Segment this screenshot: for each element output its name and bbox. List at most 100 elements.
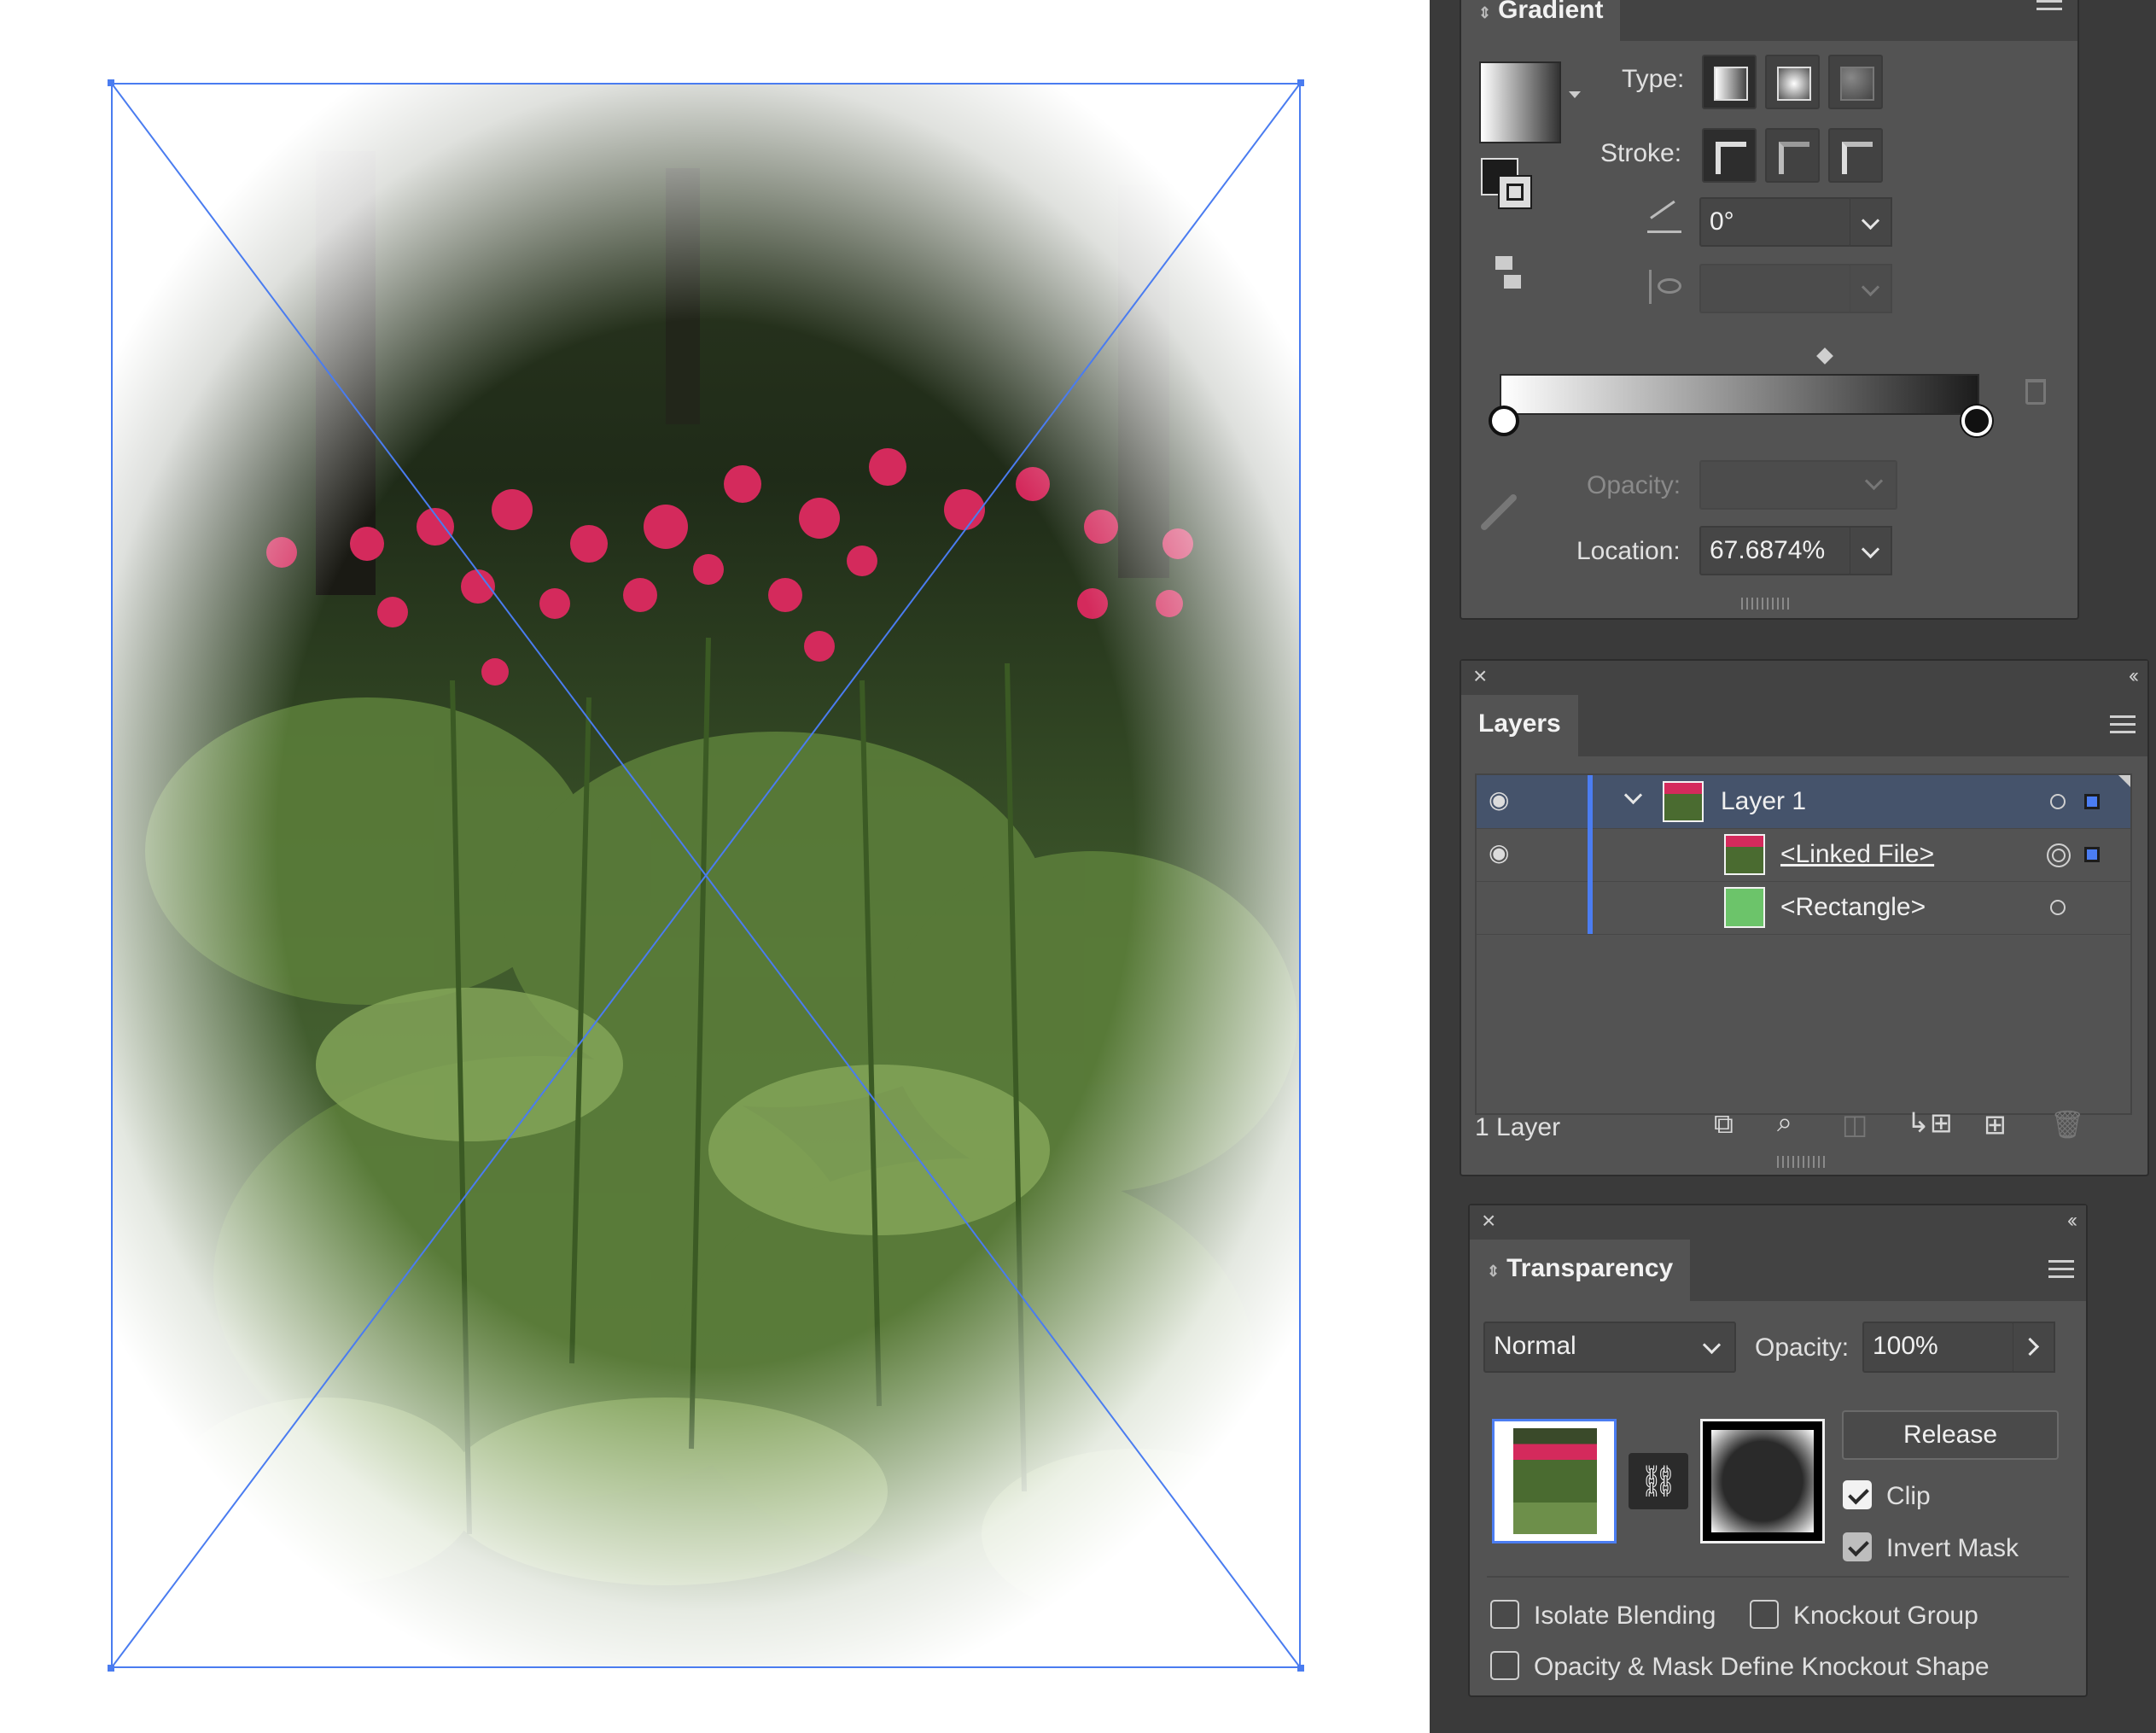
- locate-object-icon[interactable]: ⌕: [1777, 1106, 1792, 1139]
- blend-mode-select[interactable]: Normal: [1483, 1322, 1736, 1373]
- angle-input[interactable]: 0°: [1699, 197, 1851, 247]
- gradient-tab-bar: ⇕ Gradient: [1461, 0, 2077, 41]
- knockout-group-label: Knockout Group: [1793, 1602, 1978, 1630]
- angle-dropdown-button[interactable]: [1850, 197, 1892, 247]
- selection-indicator[interactable]: [2084, 794, 2100, 809]
- knockout-group-checkbox[interactable]: [1750, 1600, 1779, 1629]
- chevron-right-icon: [2020, 1337, 2040, 1357]
- visibility-eye-icon[interactable]: ◉: [1489, 785, 1509, 814]
- freeform-type-icon[interactable]: [1828, 55, 1883, 109]
- make-clipping-mask-icon: ◫: [1842, 1109, 1868, 1140]
- rectangle-thumbnail: [1724, 887, 1765, 928]
- panel-resize-grip[interactable]: [1741, 598, 1789, 610]
- layer-thumbnail: [1663, 781, 1704, 822]
- target-circle-icon[interactable]: [2047, 843, 2071, 867]
- selection-handle[interactable]: [1297, 1665, 1304, 1672]
- collapse-icon[interactable]: ‹‹: [2129, 664, 2139, 688]
- panel-menu-icon[interactable]: [2048, 1255, 2074, 1283]
- release-button[interactable]: Release: [1842, 1410, 2059, 1460]
- clip-checkbox[interactable]: [1843, 1480, 1872, 1509]
- opacity-mask-knockout-checkbox[interactable]: [1490, 1651, 1519, 1680]
- aspect-ratio-input: [1699, 264, 1851, 313]
- layers-header: × ‹‹ Layers: [1461, 661, 2147, 756]
- location-dropdown-button[interactable]: [1850, 526, 1892, 575]
- radial-type-icon[interactable]: [1765, 55, 1820, 109]
- selection-handle[interactable]: [108, 79, 114, 86]
- close-icon[interactable]: ×: [1482, 1207, 1495, 1234]
- reverse-gradient-icon[interactable]: [1492, 256, 1528, 292]
- aspect-ratio-dropdown-button: [1850, 264, 1892, 313]
- new-layer-icon[interactable]: ⊞: [1984, 1108, 2007, 1141]
- location-input[interactable]: 67.6874%: [1699, 526, 1851, 575]
- release-button-label: Release: [1903, 1421, 1998, 1449]
- opacity-input[interactable]: 100%: [1862, 1322, 2014, 1373]
- layer-color-bar: [1588, 828, 1593, 881]
- stroke-label: Stroke:: [1600, 139, 1682, 167]
- gradient-tab-label: Gradient: [1498, 0, 1604, 24]
- selection-handle[interactable]: [1297, 79, 1304, 86]
- blend-mode-value: Normal: [1494, 1332, 1576, 1360]
- layer-row-rectangle[interactable]: <Rectangle>: [1477, 881, 2130, 935]
- collapse-icon[interactable]: ‹‹: [2067, 1209, 2077, 1233]
- layers-tab[interactable]: Layers: [1461, 695, 1578, 756]
- invert-mask-label: Invert Mask: [1886, 1534, 2019, 1562]
- gradient-swatch-icon[interactable]: [1479, 61, 1561, 143]
- chevron-down-icon[interactable]: [1569, 91, 1581, 98]
- selection-indicator[interactable]: [2084, 847, 2100, 862]
- fill-stroke-icon[interactable]: [1481, 158, 1532, 226]
- linked-file-thumbnail: [1724, 834, 1765, 875]
- layer-name[interactable]: <Linked File>: [1780, 840, 1934, 869]
- target-circle-icon[interactable]: [2050, 900, 2066, 915]
- opacity-mask-thumbnail[interactable]: [1700, 1419, 1825, 1543]
- export-icon[interactable]: ⧉: [1714, 1108, 1734, 1141]
- transparency-tab-label: Transparency: [1506, 1254, 1674, 1282]
- masked-photo-artwork[interactable]: [111, 83, 1301, 1668]
- isolate-blending-checkbox[interactable]: [1490, 1600, 1519, 1629]
- create-sublayer-icon[interactable]: ↳⊞: [1907, 1106, 1953, 1139]
- midpoint-diamond[interactable]: [1816, 347, 1833, 365]
- eyedropper-icon[interactable]: [1479, 493, 1518, 532]
- document-canvas[interactable]: [0, 0, 1430, 1733]
- transparency-header: × ‹‹ ⇕ Transparency: [1470, 1205, 2086, 1301]
- layer-row-layer-1[interactable]: ◉ Layer 1: [1477, 775, 2130, 829]
- opacity-label: Opacity:: [1755, 1333, 1850, 1362]
- layer-row-linked-file[interactable]: ◉ <Linked File>: [1477, 828, 2130, 882]
- opacity-mask-knockout-label: Opacity & Mask Define Knockout Shape: [1534, 1653, 1990, 1681]
- gradient-tab[interactable]: ⇕ Gradient: [1461, 0, 1621, 41]
- transparency-panel: × ‹‹ ⇕ Transparency Normal Opacity: 100% …: [1468, 1204, 2088, 1697]
- delete-layer-icon: 🗑: [2050, 1109, 2085, 1140]
- expand-chevron-icon[interactable]: [1623, 785, 1643, 805]
- stroke-across-icon[interactable]: [1828, 128, 1883, 183]
- gradient-stop-white[interactable]: [1489, 406, 1519, 436]
- transparency-tab[interactable]: ⇕ Transparency: [1470, 1240, 1691, 1301]
- stroke-along-icon[interactable]: [1765, 128, 1820, 183]
- clip-label: Clip: [1886, 1482, 1931, 1510]
- layers-panel: × ‹‹ Layers ◉ Layer 1 ◉ <Linked File> <R…: [1460, 659, 2149, 1176]
- layers-tab-label: Layers: [1478, 709, 1561, 738]
- panel-menu-icon[interactable]: [2110, 710, 2136, 738]
- stroke-within-icon[interactable]: [1702, 128, 1757, 183]
- close-icon[interactable]: ×: [1473, 662, 1487, 690]
- gradient-stop-black[interactable]: [1961, 406, 1992, 436]
- stop-opacity-input: [1699, 460, 1897, 510]
- selection-handle[interactable]: [108, 1665, 114, 1672]
- chevron-updown-icon: ⇕: [1478, 4, 1492, 21]
- selected-corner-marker: [2118, 775, 2130, 787]
- target-circle-icon[interactable]: [2050, 794, 2066, 809]
- panel-resize-grip[interactable]: [1777, 1156, 1827, 1168]
- mask-link-button[interactable]: ⛓: [1629, 1453, 1688, 1509]
- layer-name[interactable]: <Rectangle>: [1780, 893, 1926, 922]
- gradient-slider[interactable]: [1500, 374, 1979, 415]
- layer-color-bar: [1588, 881, 1593, 934]
- layers-list: ◉ Layer 1 ◉ <Linked File> <Rectangle>: [1475, 773, 2132, 1115]
- linear-type-icon[interactable]: [1702, 55, 1757, 109]
- visibility-eye-icon[interactable]: ◉: [1489, 838, 1509, 866]
- layer-name[interactable]: Layer 1: [1721, 787, 1806, 816]
- panel-menu-icon[interactable]: [2037, 0, 2062, 15]
- layer-color-bar: [1588, 775, 1593, 828]
- location-label: Location:: [1576, 537, 1681, 565]
- object-thumbnail[interactable]: [1492, 1419, 1617, 1543]
- opacity-slider-button[interactable]: [2013, 1322, 2055, 1373]
- opacity-mask-vignette: [111, 83, 1301, 1668]
- invert-mask-checkbox[interactable]: [1843, 1532, 1872, 1561]
